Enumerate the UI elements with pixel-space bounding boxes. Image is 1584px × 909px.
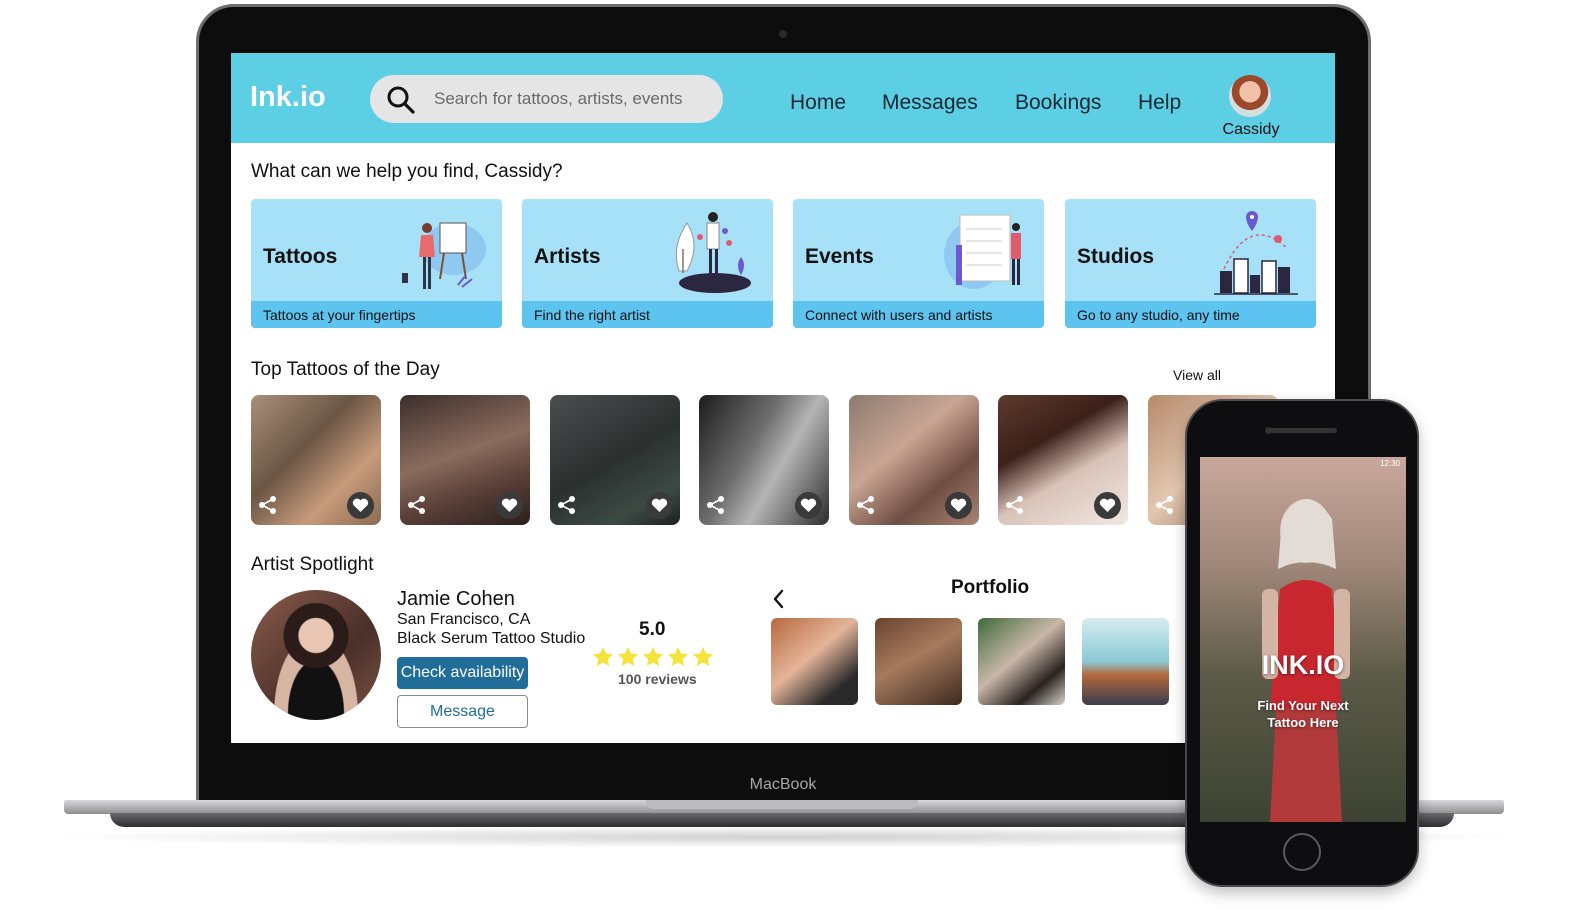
chevron-left-icon[interactable] [771, 588, 785, 610]
heart-icon[interactable] [1094, 492, 1121, 519]
top-tattoos-heading: Top Tattoos of the Day [251, 359, 440, 380]
share-icon[interactable] [706, 495, 726, 515]
phone-tagline: Tattoo Here [1267, 715, 1339, 730]
phone-speaker [1267, 428, 1337, 433]
share-icon[interactable] [856, 495, 876, 515]
nav-bookings[interactable]: Bookings [1015, 91, 1101, 115]
nav-messages[interactable]: Messages [882, 91, 978, 115]
card-subtitle: Tattoos at your fingertips [263, 307, 416, 323]
share-icon[interactable] [1155, 495, 1175, 515]
card-subtitle: Find the right artist [534, 307, 650, 323]
city-map-illustration-icon [1214, 211, 1298, 295]
heart-icon[interactable] [945, 492, 972, 519]
tattoo-tile[interactable] [849, 395, 979, 525]
heart-icon[interactable] [795, 492, 822, 519]
top-navbar: Ink.io Home Messages Bookings Help Cassi… [231, 53, 1335, 143]
share-icon[interactable] [1005, 495, 1025, 515]
artist-photo[interactable] [251, 590, 381, 720]
card-subtitle: Connect with users and artists [805, 307, 993, 323]
artist-spotlight-heading: Artist Spotlight [251, 554, 374, 575]
artist-name[interactable]: Jamie Cohen [397, 588, 515, 611]
app-logo[interactable]: Ink.io [250, 81, 326, 114]
heart-icon[interactable] [347, 492, 374, 519]
phone-status-time: 12:30 [1379, 459, 1400, 468]
review-count[interactable]: 100 reviews [618, 671, 697, 687]
card-strip: Go to any studio, any time [1065, 301, 1316, 328]
category-card-artists[interactable]: Artists Find the right artist [522, 199, 773, 328]
share-icon[interactable] [258, 495, 278, 515]
tattoo-tile[interactable] [400, 395, 530, 525]
card-title: Tattoos [263, 245, 338, 268]
heart-icon[interactable] [496, 492, 523, 519]
greeting-heading: What can we help you find, Cassidy? [251, 161, 563, 182]
message-button[interactable]: Message [397, 695, 528, 728]
camera-icon [779, 30, 787, 38]
user-name[interactable]: Cassidy [1211, 121, 1291, 139]
phone-brand: INK.IO [1261, 650, 1345, 680]
nav-home[interactable]: Home [790, 91, 846, 115]
card-title: Events [805, 245, 874, 268]
category-card-tattoos[interactable]: Tattoos Tattoos at your fingertips [251, 199, 502, 328]
portfolio-image[interactable] [978, 618, 1065, 705]
laptop-notch [646, 800, 918, 809]
tattoo-tile[interactable] [699, 395, 829, 525]
category-card-events[interactable]: Events Connect with users and artists [793, 199, 1044, 328]
artist-location: San Francisco, CA [397, 611, 531, 628]
tattoo-tile[interactable] [998, 395, 1128, 525]
painter-illustration-icon [402, 222, 486, 289]
share-icon[interactable] [557, 495, 577, 515]
portfolio-image[interactable] [875, 618, 962, 705]
card-title: Artists [534, 245, 601, 268]
portfolio-image[interactable] [771, 618, 858, 705]
phone-home-button[interactable] [1283, 833, 1321, 871]
share-icon[interactable] [407, 495, 427, 515]
device-mockup: MacBook Ink.io Home Messages Bookings He… [0, 0, 1584, 909]
portfolio-image[interactable] [1082, 618, 1169, 705]
portfolio-heading: Portfolio [951, 577, 1030, 598]
phone-tagline: Find Your Next [1257, 698, 1349, 713]
tattoo-tile[interactable] [550, 395, 680, 525]
card-subtitle: Go to any studio, any time [1077, 307, 1240, 323]
nav-help[interactable]: Help [1138, 91, 1181, 115]
search-icon[interactable] [385, 84, 417, 116]
card-strip: Find the right artist [522, 301, 773, 328]
artist-illustration-icon [675, 212, 751, 293]
calendar-illustration-icon [944, 214, 1021, 289]
card-strip: Connect with users and artists [793, 301, 1044, 328]
phone-screen: 12:30 INK.IO Find Your Next Tattoo Here [1200, 457, 1406, 822]
tattoo-tile[interactable] [251, 395, 381, 525]
card-title: Studios [1077, 245, 1154, 268]
category-card-studios[interactable]: Studios Go to any studio, any time [1065, 199, 1316, 328]
star-rating-icon [593, 647, 713, 667]
check-availability-button[interactable]: Check availability [397, 657, 528, 689]
laptop-screen: Ink.io Home Messages Bookings Help Cassi… [231, 53, 1335, 743]
rating-value: 5.0 [639, 619, 666, 640]
card-strip: Tattoos at your fingertips [251, 301, 502, 328]
view-all-link[interactable]: View all [1173, 367, 1221, 383]
search-bar[interactable] [370, 75, 723, 123]
heart-icon[interactable] [646, 492, 673, 519]
user-avatar[interactable] [1229, 75, 1271, 117]
search-input[interactable] [434, 87, 704, 111]
artist-studio: Black Serum Tattoo Studio [397, 630, 586, 647]
